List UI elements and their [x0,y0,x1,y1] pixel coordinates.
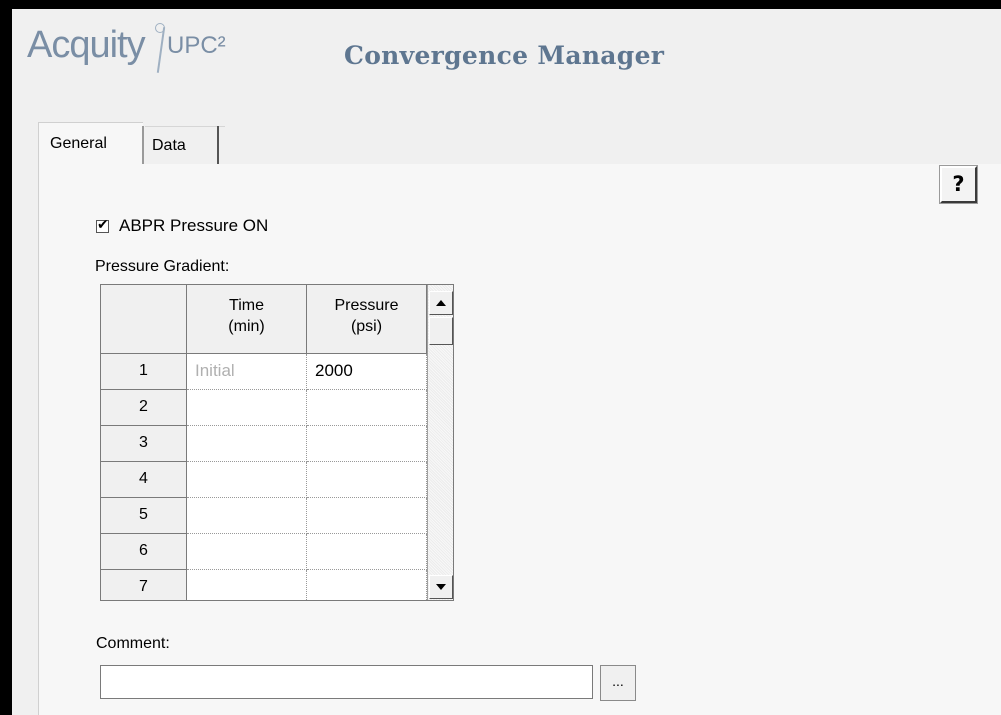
table-scrollbar[interactable] [427,285,453,600]
pressure-header-unit: (psi) [350,318,383,335]
tab-divider [217,126,219,164]
pressure-cell[interactable] [307,462,427,498]
time-cell[interactable] [187,534,307,570]
pressure-column-header[interactable]: Pressure (psi) [307,285,427,354]
pressure-cell[interactable] [307,498,427,534]
scroll-down-button[interactable] [429,575,453,599]
row-number[interactable]: 2 [101,390,187,426]
abpr-pressure-checkbox-row[interactable]: ✔ ABPR Pressure ON [96,214,268,238]
pressure-cell[interactable] [307,390,427,426]
scroll-thumb[interactable] [429,317,453,345]
time-cell[interactable] [187,426,307,462]
row-number[interactable]: 5 [101,498,187,534]
logo-acquity-text: Acquity [27,24,146,66]
question-mark-icon: ? [952,172,965,196]
app-title: Convergence Manager [344,41,665,70]
pressure-gradient-table: Time (min) Pressure (psi) 1 Initial 2000… [100,284,454,601]
pressure-cell[interactable] [307,426,427,462]
triangle-down-icon [436,584,446,590]
acquity-upc2-logo: Acquity UPC² [27,23,257,79]
pressure-header-label: Pressure [334,297,399,314]
logo-upc-text: UPC² [167,32,226,59]
row-number-header [101,285,187,354]
comment-input[interactable] [100,665,593,699]
time-cell[interactable] [187,462,307,498]
time-header-unit: (min) [228,318,265,335]
help-button[interactable]: ? [939,165,978,204]
time-cell[interactable] [187,570,307,600]
row-number[interactable]: 7 [101,570,187,600]
row-number[interactable]: 6 [101,534,187,570]
row-number[interactable]: 3 [101,426,187,462]
row-number[interactable]: 1 [101,354,187,390]
tab-divider [142,126,144,164]
row-number[interactable]: 4 [101,462,187,498]
logo-bar-icon [156,27,166,73]
tab-data[interactable]: Data [145,126,225,164]
triangle-up-icon [436,300,446,306]
abpr-pressure-checkbox[interactable]: ✔ [96,216,109,233]
time-column-header[interactable]: Time (min) [187,285,307,354]
time-header-label: Time [229,297,264,314]
pressure-gradient-label: Pressure Gradient: [95,258,230,275]
time-cell[interactable] [187,390,307,426]
comment-browse-button[interactable]: ... [600,665,636,701]
comment-label: Comment: [96,635,170,652]
tab-general[interactable]: General [38,122,143,164]
pressure-cell[interactable] [307,534,427,570]
time-cell[interactable]: Initial [187,354,307,390]
checkmark-icon: ✔ [97,216,109,233]
abpr-pressure-label: ABPR Pressure ON [119,216,269,235]
scroll-up-button[interactable] [429,291,453,315]
time-cell[interactable] [187,498,307,534]
pressure-cell[interactable] [307,570,427,600]
pressure-cell[interactable]: 2000 [307,354,427,390]
